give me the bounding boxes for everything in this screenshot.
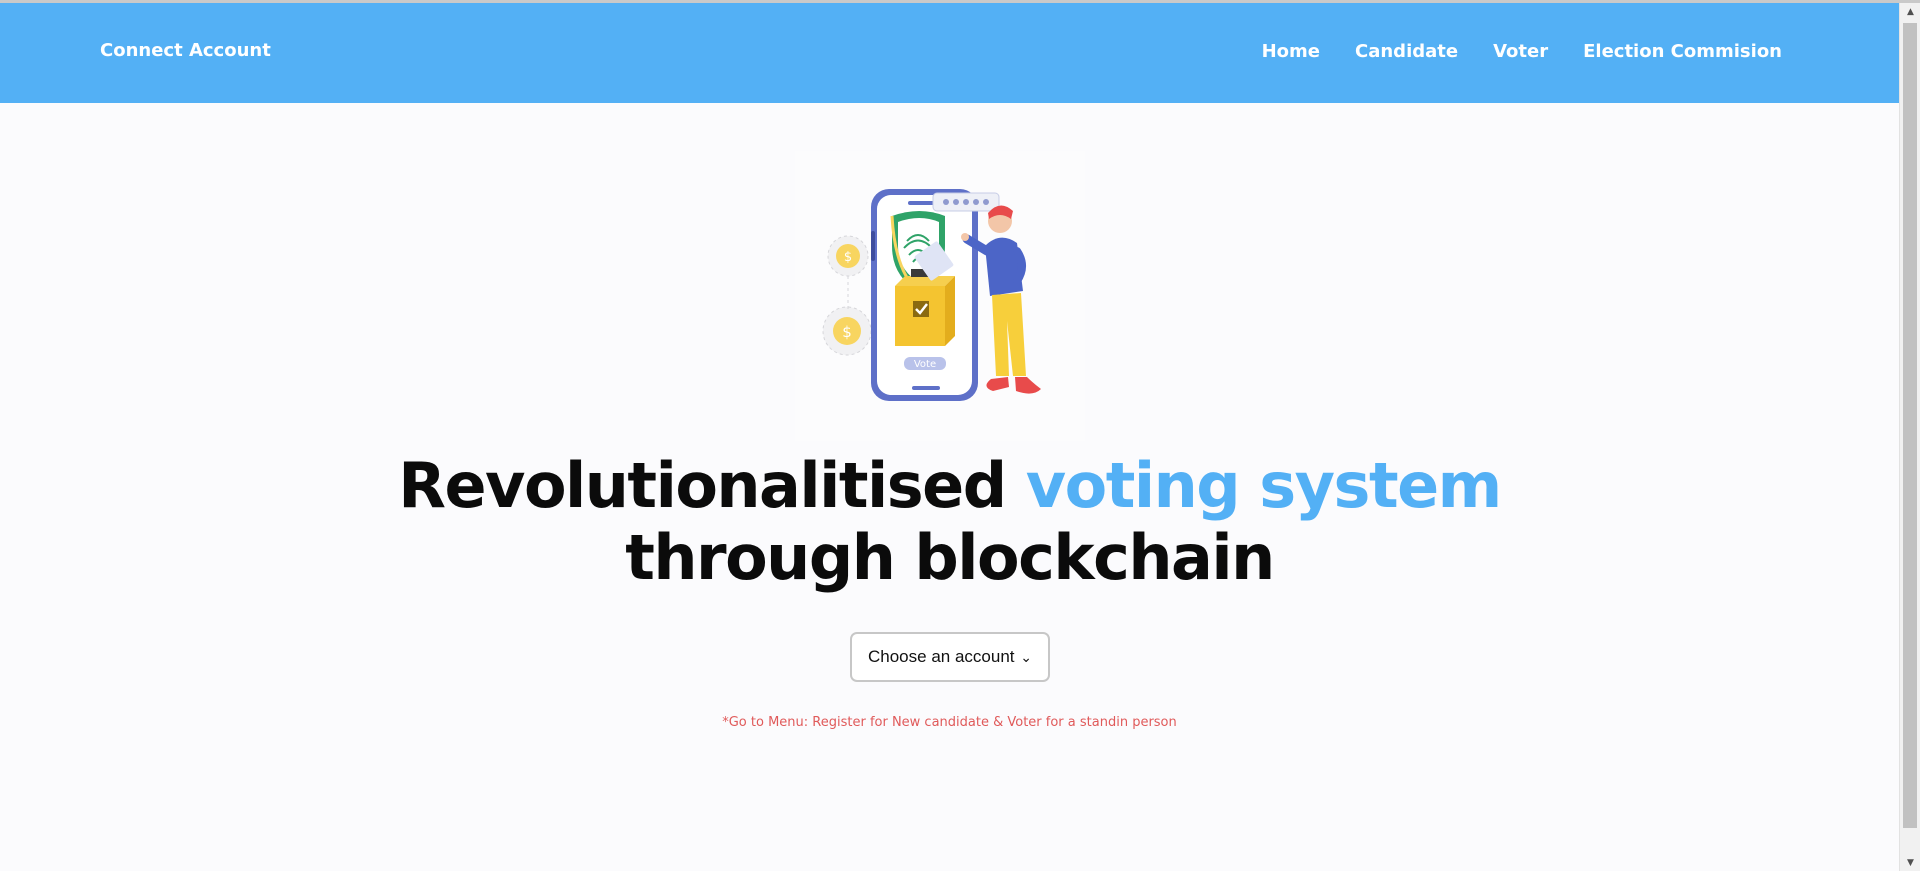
- svg-text:$: $: [844, 250, 852, 265]
- hero-section: $ $ Vote Revolutionalitised voting syste…: [0, 103, 1899, 871]
- account-select-wrapper: Choose an account ⌄: [850, 632, 1050, 682]
- coin-icon: $: [822, 306, 872, 356]
- vote-badge: Vote: [904, 357, 946, 370]
- password-field-icon: [932, 192, 1000, 212]
- top-navbar: Connect Account Home Candidate Voter Ele…: [0, 3, 1899, 103]
- account-select-value: Choose an account: [868, 647, 1015, 666]
- headline-part2: through blockchain: [625, 521, 1275, 594]
- voting-illustration: $ $ Vote: [795, 151, 1085, 441]
- register-hint-note: *Go to Menu: Register for New candidate …: [722, 715, 1177, 730]
- main-nav: Home Candidate Voter Election Commision: [1262, 41, 1782, 62]
- headline-accent: voting system: [1025, 449, 1503, 522]
- nav-election-commision[interactable]: Election Commision: [1583, 41, 1782, 62]
- nav-voter[interactable]: Voter: [1493, 41, 1548, 62]
- chevron-down-icon: ⌄: [1020, 648, 1032, 665]
- scroll-up-arrow-icon[interactable]: ▲: [1900, 3, 1920, 20]
- svg-text:$: $: [842, 323, 852, 341]
- scroll-down-arrow-icon[interactable]: ▼: [1900, 854, 1920, 871]
- connect-account-link[interactable]: Connect Account: [100, 40, 271, 61]
- hero-headline: Revolutionalitised voting system through…: [0, 450, 1899, 594]
- nav-home[interactable]: Home: [1262, 41, 1320, 62]
- account-select[interactable]: Choose an account ⌄: [850, 632, 1050, 682]
- headline-part1: Revolutionalitised: [398, 449, 1007, 522]
- scroll-thumb[interactable]: [1903, 23, 1917, 828]
- page-scrollbar[interactable]: ▲ ▼: [1899, 3, 1920, 871]
- svg-text:Vote: Vote: [914, 359, 936, 370]
- coin-icon: $: [827, 235, 869, 277]
- nav-candidate[interactable]: Candidate: [1355, 41, 1458, 62]
